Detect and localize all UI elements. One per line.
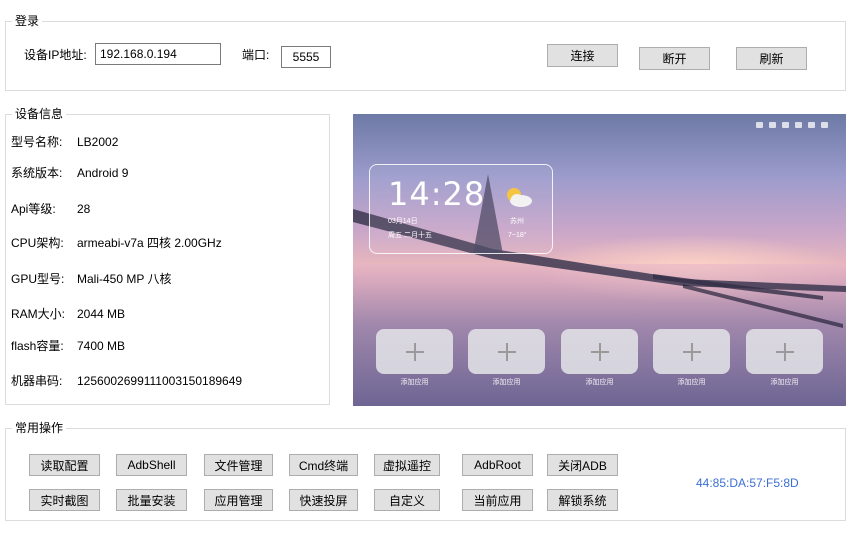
plus-icon bbox=[497, 342, 516, 361]
plus-icon bbox=[405, 342, 424, 361]
close-adb-button[interactable]: 关闭ADB bbox=[547, 454, 618, 476]
serial-label: 机器串码: bbox=[11, 374, 63, 388]
read-config-button[interactable]: 读取配置 bbox=[29, 454, 100, 476]
virtual-remote-button[interactable]: 虚拟遥控 bbox=[374, 454, 440, 476]
clock-time: 14:28 bbox=[388, 175, 486, 213]
ram-value: 2044 MB bbox=[77, 307, 126, 321]
port-label: 端口: bbox=[242, 48, 270, 62]
cpu-value: armeabi-v7a 四核 2.00GHz bbox=[77, 236, 222, 250]
plus-icon bbox=[590, 342, 609, 361]
disconnect-button[interactable]: 断开 bbox=[639, 47, 710, 70]
gpu-value: Mali-450 MP 八核 bbox=[77, 272, 172, 286]
add-app-label: 添加应用 bbox=[492, 379, 521, 386]
folder-icon bbox=[756, 122, 763, 128]
weather-city: 苏州 bbox=[510, 218, 524, 225]
clock-lunar-date: 周五 二月十五 bbox=[388, 232, 432, 239]
gpu-label: GPU型号: bbox=[11, 272, 65, 286]
device-info-title: 设备信息 bbox=[12, 107, 67, 121]
usb-icon bbox=[782, 122, 789, 128]
device-info-group: 设备信息 bbox=[5, 107, 330, 405]
clock-date: 03月14日 bbox=[388, 218, 418, 225]
add-app-label: 添加应用 bbox=[585, 379, 614, 386]
adb-shell-button[interactable]: AdbShell bbox=[116, 454, 187, 476]
add-app-tile[interactable] bbox=[653, 329, 730, 374]
plus-icon bbox=[682, 342, 701, 361]
ip-label: 设备IP地址: bbox=[24, 48, 87, 62]
login-group-title: 登录 bbox=[12, 14, 43, 28]
cpu-label: CPU架构: bbox=[11, 236, 64, 250]
os-version-label: 系统版本: bbox=[11, 166, 63, 180]
refresh-button[interactable]: 刷新 bbox=[736, 47, 807, 70]
current-app-button[interactable]: 当前应用 bbox=[462, 489, 533, 511]
add-app-tile[interactable] bbox=[746, 329, 823, 374]
adb-root-button[interactable]: AdbRoot bbox=[462, 454, 533, 476]
add-app-tile[interactable] bbox=[376, 329, 453, 374]
clock-widget[interactable]: 14:28 03月14日 周五 二月十五 苏州 7~18° bbox=[369, 164, 553, 254]
add-app-tile[interactable] bbox=[561, 329, 638, 374]
app-manager-button[interactable]: 应用管理 bbox=[204, 489, 273, 511]
unlock-system-button[interactable]: 解锁系统 bbox=[547, 489, 618, 511]
add-app-label: 添加应用 bbox=[770, 379, 799, 386]
device-screen-preview[interactable]: 14:28 03月14日 周五 二月十五 苏州 7~18° 添加应用 添加应用 … bbox=[353, 114, 846, 406]
port-input[interactable]: 5555 bbox=[281, 46, 331, 68]
partly-cloudy-icon bbox=[507, 188, 532, 207]
ram-label: RAM大小: bbox=[11, 307, 66, 321]
mac-address: 44:85:DA:57:F5:8D bbox=[696, 476, 799, 490]
weather-temp: 7~18° bbox=[508, 232, 527, 239]
api-level-label: Api等级: bbox=[11, 202, 56, 216]
screen-icon bbox=[795, 122, 802, 128]
trash-icon bbox=[821, 122, 828, 128]
add-app-label: 添加应用 bbox=[677, 379, 706, 386]
os-version-value: Android 9 bbox=[77, 166, 129, 180]
api-level-value: 28 bbox=[77, 202, 91, 216]
custom-button[interactable]: 自定义 bbox=[374, 489, 440, 511]
file-icon bbox=[808, 122, 815, 128]
screen-cast-button[interactable]: 快速投屏 bbox=[289, 489, 358, 511]
serial-value: 12560026991110031501896​49 bbox=[77, 374, 243, 388]
folder-icon bbox=[769, 122, 776, 128]
screenshot-button[interactable]: 实时截图 bbox=[29, 489, 100, 511]
operations-title: 常用操作 bbox=[12, 421, 67, 435]
model-value: LB2002 bbox=[77, 135, 119, 149]
connect-button[interactable]: 连接 bbox=[547, 44, 618, 67]
add-app-tile[interactable] bbox=[468, 329, 545, 374]
file-manager-button[interactable]: 文件管理 bbox=[204, 454, 273, 476]
status-bar-icons bbox=[756, 122, 828, 128]
plus-icon bbox=[775, 342, 794, 361]
flash-value: 7400 MB bbox=[77, 339, 126, 353]
flash-label: flash容量: bbox=[11, 339, 64, 353]
ip-input[interactable]: 192.168.0.194 bbox=[95, 43, 221, 65]
model-label: 型号名称: bbox=[11, 135, 63, 149]
add-app-label: 添加应用 bbox=[400, 379, 429, 386]
cmd-terminal-button[interactable]: Cmd终端 bbox=[289, 454, 358, 476]
batch-install-button[interactable]: 批量安装 bbox=[116, 489, 187, 511]
